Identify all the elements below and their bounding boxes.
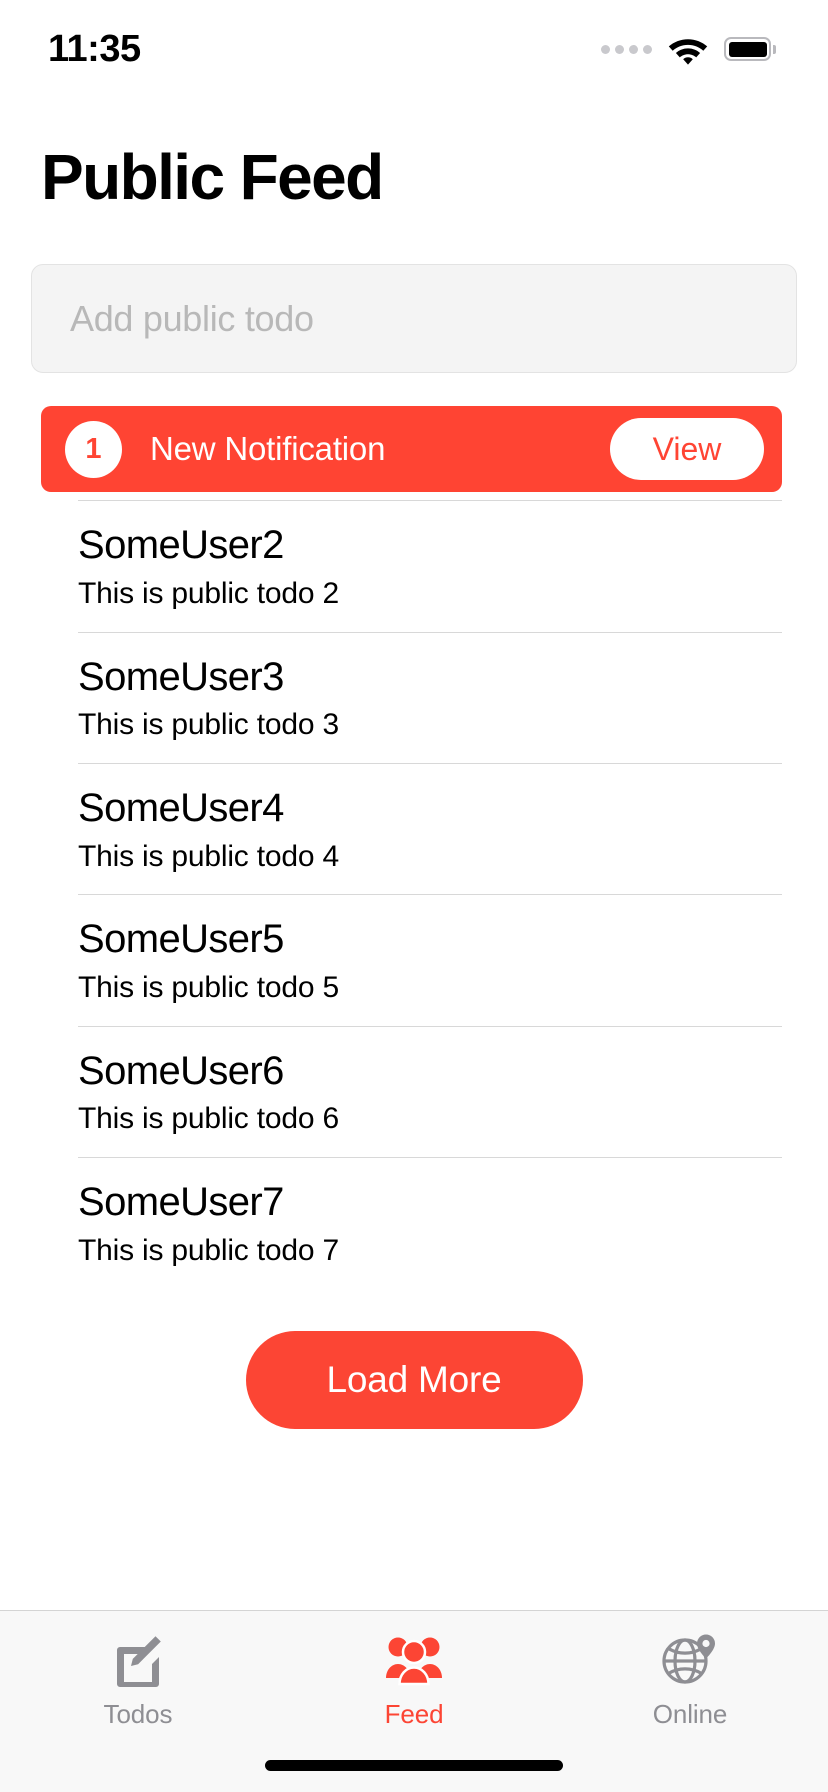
list-item[interactable]: SomeUser6 This is public todo 6 <box>78 1025 782 1157</box>
notification-message: New Notification <box>150 430 386 468</box>
notification-view-button[interactable]: View <box>610 418 764 481</box>
main-content: Public Feed Add public todo 1 New Notifi… <box>0 92 828 1610</box>
signal-dots-icon <box>601 44 652 54</box>
feed-list: SomeUser2 This is public todo 2 SomeUser… <box>0 500 828 1288</box>
feed-item-username: SomeUser3 <box>78 654 284 699</box>
status-bar: 11:35 <box>0 0 828 92</box>
feed-item-username: SomeUser4 <box>78 785 284 830</box>
add-public-todo-placeholder: Add public todo <box>70 297 314 339</box>
feed-item-username: SomeUser2 <box>78 523 284 568</box>
tab-feed[interactable]: Feed <box>276 1611 552 1730</box>
status-time: 11:35 <box>48 27 141 70</box>
load-more-button[interactable]: Load More <box>245 1331 583 1430</box>
notification-banner[interactable]: 1 New Notification View <box>41 406 782 493</box>
list-item[interactable]: SomeUser7 This is public todo 7 <box>78 1156 782 1288</box>
load-more-label: Load More <box>326 1359 502 1401</box>
home-indicator <box>265 1760 563 1771</box>
list-item[interactable]: SomeUser4 This is public todo 4 <box>78 762 782 894</box>
notification-count-badge: 1 <box>65 420 122 478</box>
feed-item-text: This is public todo 2 <box>78 577 339 611</box>
feed-item-username: SomeUser6 <box>78 1048 284 1093</box>
add-public-todo-input[interactable]: Add public todo <box>31 264 797 374</box>
tab-bar: Todos Feed Online <box>0 1610 828 1792</box>
tab-todos[interactable]: Todos <box>0 1611 276 1730</box>
globe-pin-icon <box>661 1629 719 1691</box>
feed-item-text: This is public todo 7 <box>78 1233 339 1267</box>
feed-item-username: SomeUser7 <box>78 1179 284 1224</box>
notification-view-label: View <box>652 430 722 467</box>
feed-item-text: This is public todo 3 <box>78 708 339 742</box>
notification-count: 1 <box>85 432 102 465</box>
feed-item-text: This is public todo 6 <box>78 1102 339 1136</box>
wifi-icon <box>668 39 708 65</box>
tab-label-feed: Feed <box>384 1699 444 1729</box>
people-group-icon <box>385 1629 443 1691</box>
list-item[interactable]: SomeUser2 This is public todo 2 <box>78 500 782 631</box>
feed-item-username: SomeUser5 <box>78 917 284 962</box>
load-more-container: Load More <box>0 1331 828 1430</box>
tab-online[interactable]: Online <box>552 1611 828 1730</box>
tab-label-online: Online <box>652 1699 728 1729</box>
feed-item-text: This is public todo 4 <box>78 839 339 873</box>
compose-icon <box>111 1629 165 1691</box>
tab-label-todos: Todos <box>103 1699 173 1729</box>
status-indicators <box>601 27 776 65</box>
battery-full-icon <box>724 37 776 61</box>
feed-item-text: This is public todo 5 <box>78 971 339 1005</box>
list-item[interactable]: SomeUser3 This is public todo 3 <box>78 631 782 763</box>
app-screen: 11:35 Public Feed Add public todo 1 New … <box>0 0 828 1792</box>
list-item[interactable]: SomeUser5 This is public todo 5 <box>78 894 782 1025</box>
page-title: Public Feed <box>41 141 384 213</box>
